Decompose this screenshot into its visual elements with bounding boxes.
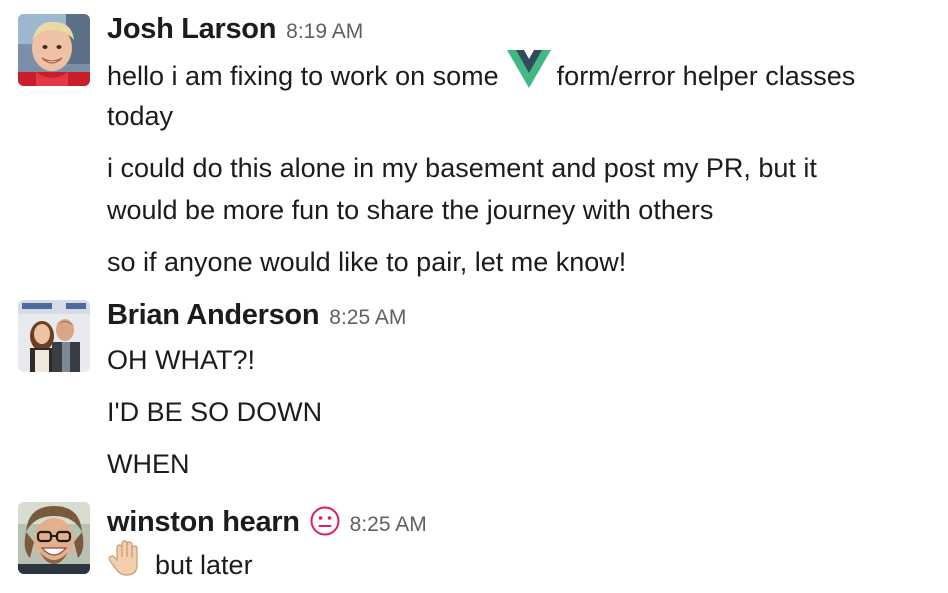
timestamp[interactable]: 8:19 AM	[286, 20, 363, 44]
message-text: i could do this alone in my basement and…	[107, 153, 817, 183]
sender-name[interactable]: Brian Anderson	[107, 299, 320, 332]
message-text-segment: but later	[155, 550, 253, 581]
josh-larson-avatar-image	[18, 14, 90, 86]
avatar[interactable]	[18, 300, 90, 372]
message-text: would be more fun to share the journey w…	[107, 195, 714, 225]
avatar[interactable]	[18, 14, 90, 86]
message-text: hello i am fixing to work on some form/er…	[107, 50, 856, 103]
sender-line: Brian Anderson 8:25 AM	[107, 299, 406, 335]
message-text: I'D BE SO DOWN	[107, 397, 323, 427]
message-text: but later	[107, 538, 253, 593]
message-feed: Josh Larson 8:19 AM hello i am fixing to…	[0, 0, 948, 592]
sender-name[interactable]: winston hearn	[107, 506, 300, 539]
avatar[interactable]	[18, 502, 90, 574]
sender-line: winston hearn 8:25 AM	[107, 501, 427, 539]
neutral-face-icon[interactable]	[310, 506, 340, 536]
message-text: WHEN	[107, 449, 190, 479]
timestamp[interactable]: 8:25 AM	[329, 306, 406, 330]
sender-line: Josh Larson 8:19 AM	[107, 13, 363, 49]
message-text-segment: form/error helper classes	[556, 61, 856, 92]
vue-logo-icon	[506, 50, 551, 100]
winston-hearn-avatar-image	[18, 502, 90, 574]
raised-hand-icon	[107, 538, 147, 590]
message-text-segment: hello i am fixing to work on some	[107, 61, 499, 92]
message-text: today	[107, 101, 174, 131]
message-text: so if anyone would like to pair, let me …	[107, 247, 627, 277]
brian-anderson-avatar-image	[18, 300, 90, 372]
timestamp[interactable]: 8:25 AM	[350, 513, 427, 537]
sender-name[interactable]: Josh Larson	[107, 13, 276, 46]
message-text: OH WHAT?!	[107, 345, 255, 375]
